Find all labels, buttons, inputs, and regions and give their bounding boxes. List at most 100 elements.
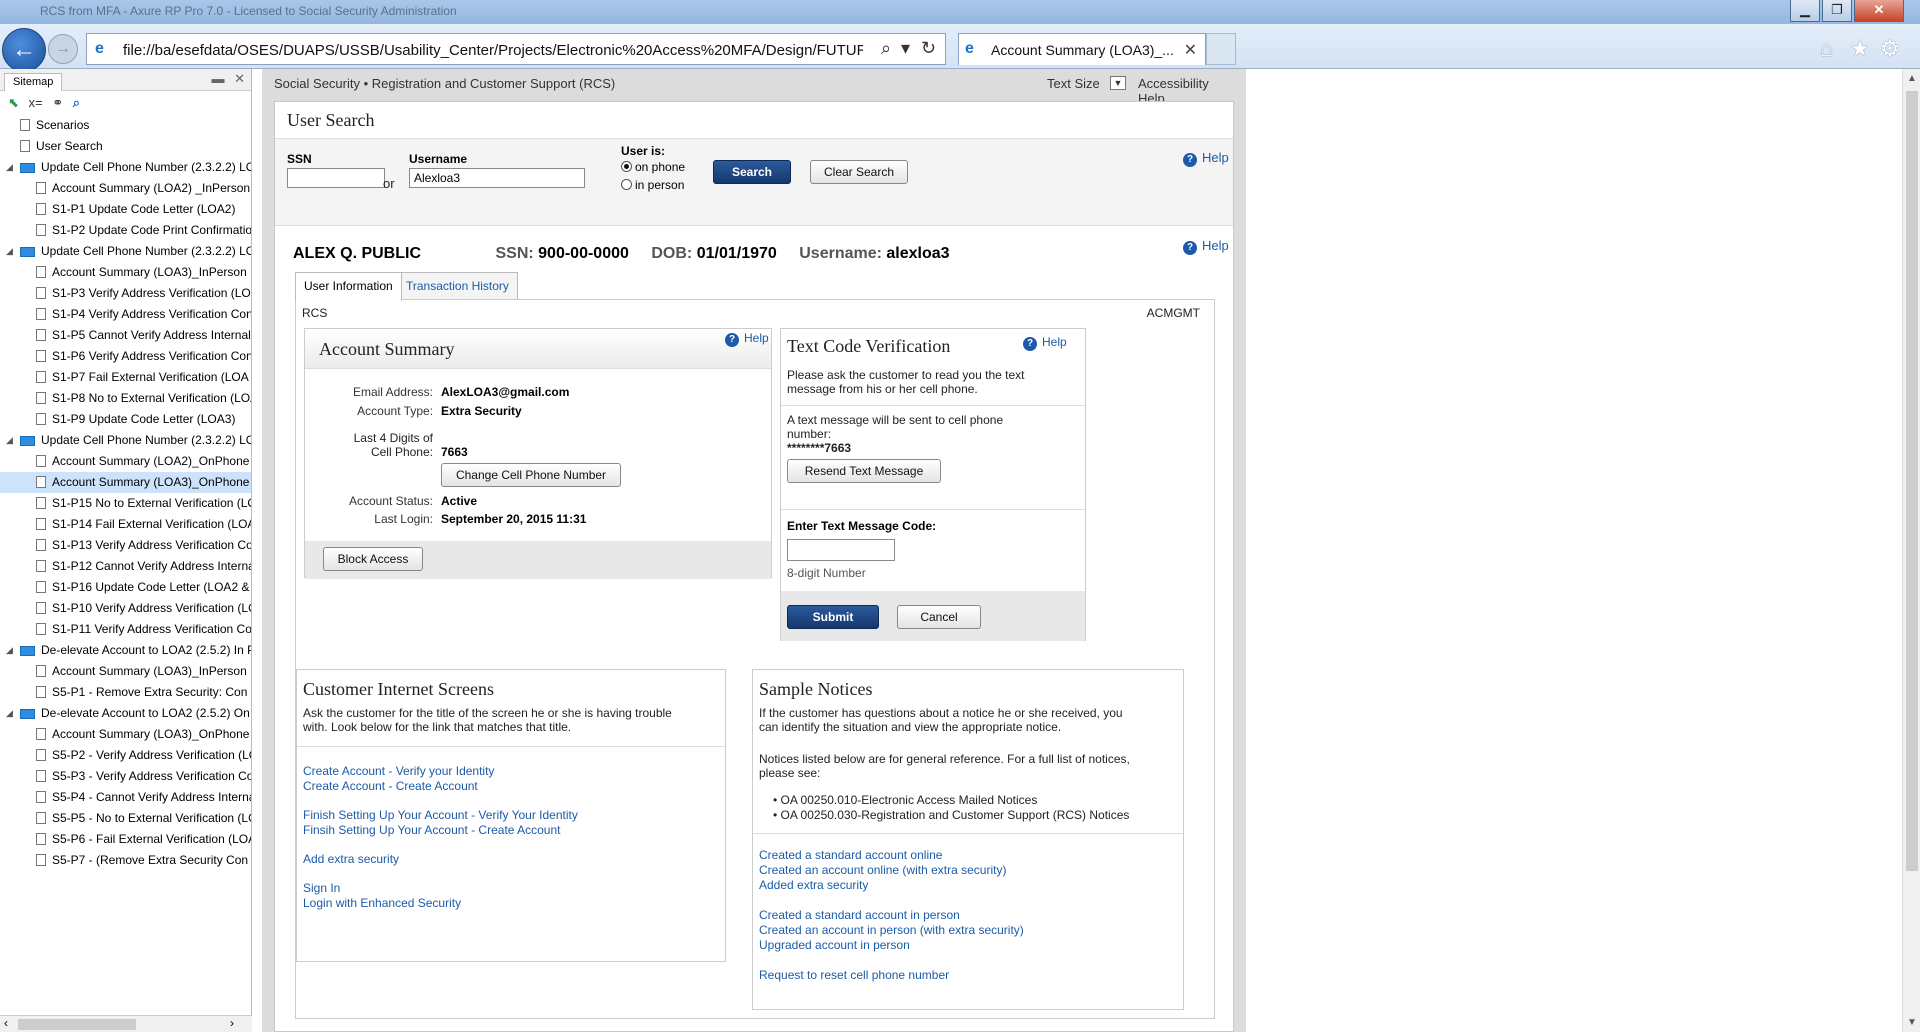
link-standard-online[interactable]: Created a standard account online [759,848,942,862]
text-code-help-link[interactable]: ? Help [1023,335,1067,351]
close-tab-icon[interactable]: ✕ [1184,40,1197,60]
tab-user-information[interactable]: User Information [295,272,402,301]
scroll-right-icon[interactable]: › [230,1016,234,1030]
username-input[interactable] [409,168,585,188]
link-added-extra-security[interactable]: Added extra security [759,878,868,892]
link-in-person-extra-security[interactable]: Created an account in person (with extra… [759,923,1024,937]
browser-tab-active[interactable]: e Account Summary (LOA3)_... ✕ [958,33,1206,65]
submit-button[interactable]: Submit [787,605,879,629]
in-person-radio[interactable]: in person [621,178,684,192]
map-fields-icon[interactable]: x= [29,95,43,110]
scrollbar-thumb[interactable] [18,1019,136,1030]
forward-arrow-icon[interactable]: → [48,34,78,64]
text-size-dropdown-icon[interactable]: ▼ [1110,76,1126,90]
sitemap-page[interactable]: S1-P3 Verify Address Verification (LOA [0,283,251,304]
link-add-extra-security[interactable]: Add extra security [303,852,399,866]
sitemap-page[interactable]: S1-P15 No to External Verification (LOA [0,493,251,514]
scroll-left-icon[interactable]: ‹ [4,1016,8,1030]
resend-text-message-button[interactable]: Resend Text Message [787,459,941,483]
link-reset-cell-phone[interactable]: Request to reset cell phone number [759,968,949,982]
sitemap-page[interactable]: User Search [0,136,251,157]
sitemap-page[interactable]: S5-P3 - Verify Address Verification Con [0,766,251,787]
block-access-button[interactable]: Block Access [323,547,423,571]
sitemap-folder[interactable]: ◢ Update Cell Phone Number (2.3.2.2) LOA [0,430,251,451]
sitemap-horizontal-scrollbar[interactable]: ‹ › [0,1015,252,1032]
link-finish-setup-create[interactable]: Finsih Setting Up Your Account - Create … [303,823,560,837]
sitemap-page[interactable]: Account Summary (LOA3)_OnPhone [0,724,251,745]
search-help-link[interactable]: ? Help [1183,150,1229,167]
sitemap-folder[interactable]: ◢ De-elevate Account to LOA2 (2.5.2) In P [0,640,251,661]
address-url[interactable]: file://ba/esefdata/OSES/DUAPS/USSB/Usabi… [123,42,863,59]
search-icon[interactable]: ⌕ [73,95,80,110]
sitemap-page[interactable]: S1-P2 Update Code Print Confirmation [0,220,251,241]
tab-transaction-history[interactable]: Transaction History [397,272,518,300]
text-size-label[interactable]: Text Size [1047,76,1100,91]
link-finish-setup-verify[interactable]: Finish Setting Up Your Account - Verify … [303,808,578,822]
sitemap-page[interactable]: S5-P4 - Cannot Verify Address Internal [0,787,251,808]
cancel-button[interactable]: Cancel [897,605,981,629]
close-panel-icon[interactable]: ✕ [234,71,245,86]
sitemap-page[interactable]: S1-P8 No to External Verification (LOA [0,388,251,409]
sitemap-page[interactable]: S5-P6 - Fail External Verification (LOA [0,829,251,850]
sitemap-page[interactable]: S1-P7 Fail External Verification (LOA [0,367,251,388]
sitemap-page[interactable]: S1-P11 Verify Address Verification Con [0,619,251,640]
address-bar[interactable]: e file://ba/esefdata/OSES/DUAPS/USSB/Usa… [86,33,946,65]
link-create-account[interactable]: Create Account - Create Account [303,779,478,793]
refresh-icon[interactable]: ↻ [921,38,936,59]
link-standard-in-person[interactable]: Created a standard account in person [759,908,960,922]
collapse-toggle-icon[interactable]: ◢ [6,703,13,724]
sitemap-page[interactable]: S1-P4 Verify Address Verification Con [0,304,251,325]
sitemap-page[interactable]: S1-P1 Update Code Letter (LOA2) [0,199,251,220]
sitemap-page[interactable]: S1-P12 Cannot Verify Address Internal [0,556,251,577]
page-vertical-scrollbar[interactable]: ▲ ▼ [1902,69,1920,1032]
sitemap-page[interactable]: Account Summary (LOA2) _InPerson [0,178,251,199]
sitemap-page[interactable]: S1-P16 Update Code Letter (LOA2 & [0,577,251,598]
sitemap-page[interactable]: S5-P7 - (Remove Extra Security Con [0,850,251,871]
minimize-panel-icon[interactable]: ▬ [211,71,224,86]
back-arrow-icon[interactable]: ← [2,28,46,72]
collapse-toggle-icon[interactable]: ◢ [6,241,13,262]
scroll-down-icon[interactable]: ▼ [1907,1017,1917,1028]
radio-selected-icon[interactable] [621,161,632,172]
sitemap-page[interactable]: Account Summary (LOA2)_OnPhone [0,451,251,472]
sitemap-page[interactable]: Account Summary (LOA3)_OnPhone [0,472,251,493]
sitemap-page[interactable]: Account Summary (LOA3)_InPerson [0,661,251,682]
add-page-icon[interactable]: ⬉ [8,95,19,110]
dropdown-icon[interactable]: ▾ [901,38,910,59]
minimize-button[interactable]: ▁ [1790,0,1820,22]
sitemap-page[interactable]: S1-P10 Verify Address Verification (LOA [0,598,251,619]
sitemap-page[interactable]: S5-P1 - Remove Extra Security: Con [0,682,251,703]
collapse-toggle-icon[interactable]: ◢ [6,640,13,661]
gear-icon[interactable]: ⚙ [1880,36,1900,62]
scrollbar-thumb[interactable] [1906,91,1918,871]
text-code-input[interactable] [787,539,895,561]
link-create-account-verify[interactable]: Create Account - Verify your Identity [303,764,494,778]
sitemap-page[interactable]: Scenarios [0,115,251,136]
link-upgraded-in-person[interactable]: Upgraded account in person [759,938,910,952]
link-icon[interactable]: ⚭ [52,95,63,110]
sitemap-page[interactable]: S1-P14 Fail External Verification (LOA [0,514,251,535]
sitemap-page[interactable]: S1-P5 Cannot Verify Address Internal [0,325,251,346]
home-icon[interactable]: ⌂ [1820,36,1833,62]
search-icon[interactable]: ⌕ [881,38,891,59]
sitemap-page[interactable]: Account Summary (LOA3)_InPerson [0,262,251,283]
search-button[interactable]: Search [713,160,791,184]
user-help-link[interactable]: ? Help [1183,238,1229,255]
link-sign-in[interactable]: Sign In [303,881,340,895]
collapse-toggle-icon[interactable]: ◢ [6,157,13,178]
sitemap-page[interactable]: S1-P6 Verify Address Verification Con [0,346,251,367]
sitemap-page[interactable]: S5-P2 - Verify Address Verification (LOA [0,745,251,766]
link-online-extra-security[interactable]: Created an account online (with extra se… [759,863,1006,877]
sitemap-page[interactable]: S5-P5 - No to External Verification (LOA [0,808,251,829]
sitemap-folder[interactable]: ◢ De-elevate Account to LOA2 (2.5.2) On [0,703,251,724]
sitemap-page[interactable]: S1-P13 Verify Address Verification Con [0,535,251,556]
account-help-link[interactable]: ? Help [725,331,769,347]
radio-empty-icon[interactable] [621,179,632,190]
sitemap-folder[interactable]: ◢ Update Cell Phone Number (2.3.2.2) LOA [0,157,251,178]
link-login-enhanced[interactable]: Login with Enhanced Security [303,896,461,910]
star-icon[interactable]: ★ [1850,36,1870,62]
clear-search-button[interactable]: Clear Search [810,160,908,184]
sitemap-folder[interactable]: ◢ Update Cell Phone Number (2.3.2.2) LOA [0,241,251,262]
close-window-button[interactable]: ✕ [1854,0,1904,22]
maximize-button[interactable]: ❐ [1822,0,1852,22]
